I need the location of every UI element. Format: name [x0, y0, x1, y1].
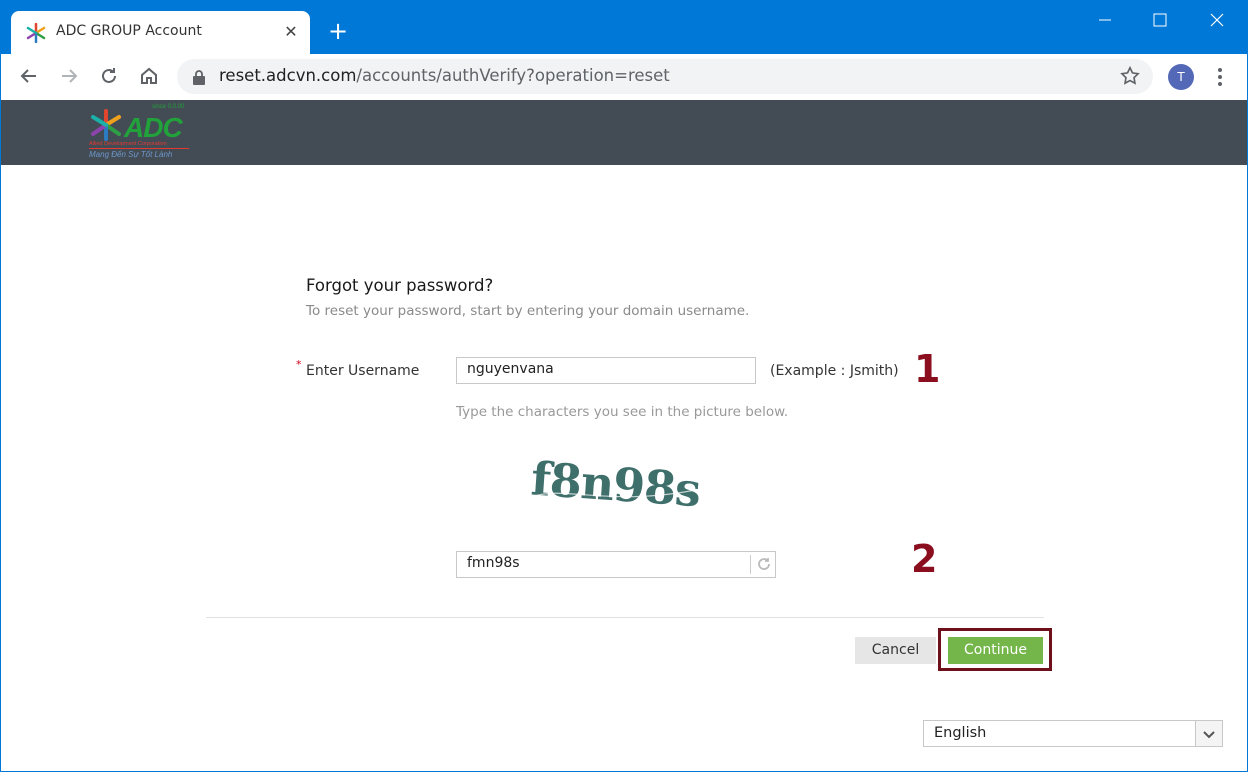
new-tab-plus-icon[interactable]: +	[326, 19, 350, 44]
adc-favicon-icon	[26, 23, 46, 43]
language-select[interactable]: English	[923, 720, 1223, 747]
username-label: Enter Username	[306, 363, 420, 379]
adc-logo[interactable]: since 0.0.00 ADC Allied Development Corp…	[88, 104, 193, 162]
browser-toolbar: reset.adcvn.com/accounts/authVerify?oper…	[0, 54, 1248, 100]
tab-close-icon[interactable]: ✕	[281, 22, 301, 42]
captcha-refresh-icon[interactable]	[756, 556, 772, 572]
captcha-hint: Type the characters you see in the pictu…	[456, 404, 789, 420]
profile-avatar[interactable]: T	[1168, 64, 1194, 90]
forward-arrow-icon[interactable]	[57, 64, 81, 88]
captcha-input[interactable]: fmn98s	[456, 551, 776, 578]
required-marker: *	[296, 358, 302, 371]
language-selected-value: English	[934, 725, 987, 741]
url-path: /accounts/authVerify?operation=reset	[356, 66, 670, 85]
url-host: reset.adcvn.com	[219, 66, 357, 85]
form-subtitle: To reset your password, start by enterin…	[306, 303, 750, 319]
logo-divider	[89, 148, 189, 149]
adc-logo-icon	[91, 109, 121, 141]
tab-title: ADC GROUP Account	[56, 23, 202, 39]
window-maximize-icon[interactable]	[1148, 8, 1172, 32]
browser-menu-icon[interactable]	[1210, 64, 1230, 90]
bookmark-star-icon[interactable]	[1119, 65, 1141, 87]
annotation-marker-2: 2	[911, 537, 938, 581]
tab-strip: ADC GROUP Account ✕ +	[0, 0, 1248, 54]
username-example: (Example : Jsmith)	[770, 363, 899, 379]
annotation-marker-1: 1	[914, 347, 941, 391]
logo-since-text: since 0.0.00	[152, 104, 185, 110]
lock-icon[interactable]	[192, 69, 206, 85]
reload-icon[interactable]	[97, 64, 121, 88]
logo-adc-text: ADC	[124, 112, 183, 143]
back-arrow-icon[interactable]	[17, 64, 41, 88]
form-divider	[206, 617, 1044, 618]
continue-button[interactable]: Continue	[948, 637, 1043, 664]
captcha-text: f8n98s	[529, 451, 701, 517]
window-minimize-icon[interactable]	[1093, 8, 1117, 32]
url-text: reset.adcvn.com/accounts/authVerify?oper…	[219, 66, 670, 85]
form-title: Forgot your password?	[306, 276, 494, 295]
captcha-image: f8n98s	[529, 451, 701, 517]
window-close-icon[interactable]	[1205, 8, 1229, 32]
page-content: since 0.0.00 ADC Allied Development Corp…	[1, 100, 1247, 771]
chevron-down-icon	[1203, 731, 1215, 739]
cancel-button[interactable]: Cancel	[855, 637, 936, 664]
language-dropdown-button[interactable]	[1195, 721, 1222, 746]
logo-company-name: Allied Development Corporation	[89, 141, 167, 147]
logo-slogan: Mang Đến Sự Tốt Lành	[89, 150, 173, 159]
captcha-refresh-separator	[750, 555, 751, 574]
home-icon[interactable]	[137, 64, 161, 88]
browser-tab[interactable]: ADC GROUP Account ✕	[11, 11, 310, 54]
address-bar[interactable]: reset.adcvn.com/accounts/authVerify?oper…	[177, 59, 1153, 94]
site-header: since 0.0.00 ADC Allied Development Corp…	[1, 100, 1247, 165]
browser-window: ADC GROUP Account ✕ + reset.adcvn.com/ac…	[0, 0, 1248, 772]
username-input[interactable]: nguyenvana	[456, 357, 756, 384]
